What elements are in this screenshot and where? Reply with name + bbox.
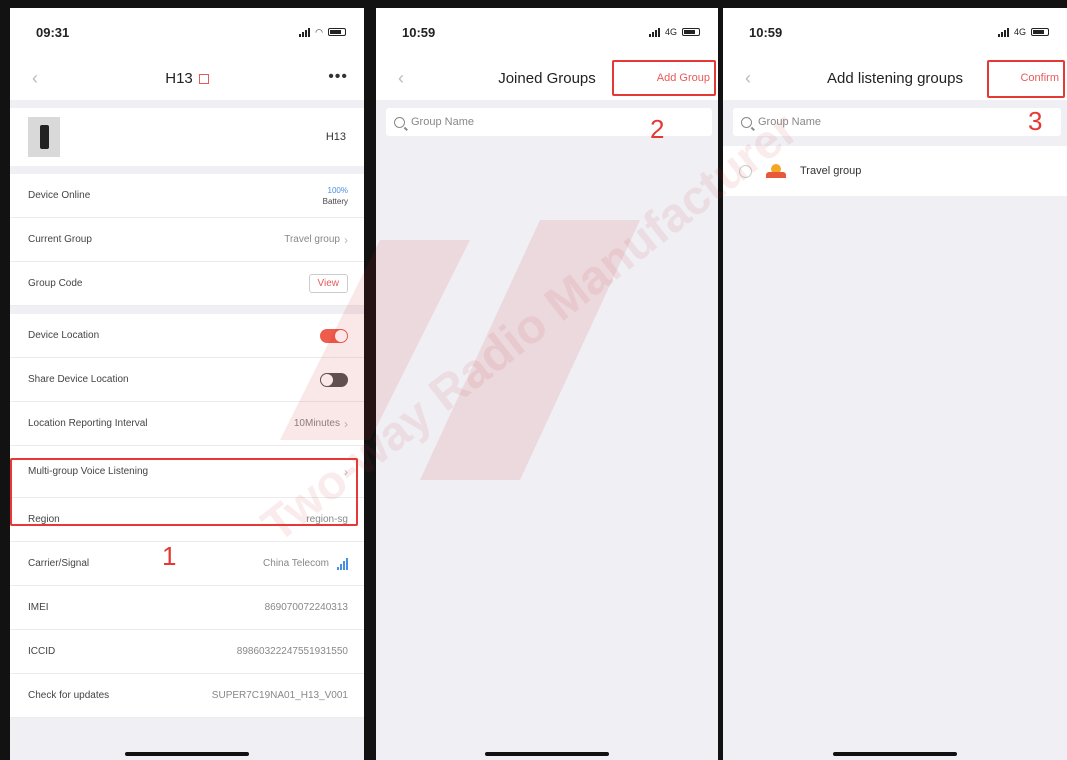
battery-status: 100% Battery <box>323 185 348 207</box>
row-label: Share Device Location <box>28 374 129 385</box>
highlight-confirm <box>987 60 1065 98</box>
system-icons: ◠ <box>299 27 346 38</box>
signal-icon <box>648 27 660 37</box>
radio-button[interactable] <box>739 164 752 178</box>
search-icon <box>394 116 405 128</box>
home-indicator <box>833 752 957 756</box>
step-3-label: 3 <box>1028 106 1043 136</box>
highlight-add-group <box>612 60 716 96</box>
row-label: Location Reporting Interval <box>28 418 148 429</box>
row-label: ICCID <box>28 646 56 657</box>
share-location-toggle[interactable] <box>320 372 348 387</box>
step-2-label: 2 <box>650 114 665 144</box>
battery-label: Battery <box>322 196 348 206</box>
device-card: H13 <box>10 108 364 166</box>
battery-icon <box>1031 28 1049 36</box>
status-bar: 10:59 4G <box>723 8 1067 56</box>
row-device-online: Device Online 100% Battery <box>10 174 364 218</box>
row-current-group[interactable]: Current Group Travel group › <box>10 218 364 262</box>
search-placeholder: Group Name <box>758 116 821 128</box>
home-indicator <box>125 752 249 756</box>
network-type: 4G <box>1013 27 1026 37</box>
group-icon <box>766 164 786 178</box>
device-settings-screen: 09:31 ◠ ‹ H13 ••• H13 Device Online 100%… <box>10 8 364 760</box>
step-1-label: 1 <box>162 541 177 571</box>
wifi-icon: ◠ <box>315 26 323 37</box>
row-label: Check for updates <box>28 690 110 701</box>
status-time: 09:31 <box>36 24 70 40</box>
row-imei: IMEI 869070072240313 <box>10 586 364 630</box>
system-icons: 4G <box>997 27 1049 37</box>
device-image <box>28 117 60 157</box>
more-icon[interactable]: ••• <box>328 68 348 86</box>
page-title: H13 <box>10 70 364 87</box>
title-text: H13 <box>165 69 193 87</box>
network-type: 4G <box>664 27 677 37</box>
add-listening-groups-screen: 10:59 4G ‹ Add listening groups Confirm … <box>723 8 1067 760</box>
row-carrier: Carrier/Signal China Telecom <box>10 542 364 586</box>
home-indicator <box>485 752 609 756</box>
status-bar: 09:31 ◠ <box>10 8 364 56</box>
highlight-multi-group-listening <box>10 458 358 526</box>
group-name: Travel group <box>800 165 862 177</box>
device-name: H13 <box>325 131 346 143</box>
search-placeholder: Group Name <box>411 116 474 128</box>
row-location-interval[interactable]: Location Reporting Interval 10Minutes › <box>10 402 364 446</box>
row-check-updates[interactable]: Check for updates SUPER7C19NA01_H13_V001 <box>10 674 364 718</box>
row-device-location: Device Location <box>10 314 364 358</box>
cell-signal-icon <box>337 557 348 570</box>
status-time: 10:59 <box>402 24 436 40</box>
row-value: 89860322247551931550 <box>236 646 348 657</box>
row-label: IMEI <box>28 602 49 613</box>
row-value: Travel group <box>284 234 340 245</box>
search-icon <box>741 116 752 128</box>
signal-icon <box>997 27 1009 37</box>
row-label: Current Group <box>28 234 92 245</box>
chevron-right-icon: › <box>344 416 348 431</box>
joined-groups-screen: 10:59 4G ‹ Joined Groups Add Group Group… <box>376 8 718 760</box>
nav-bar: ‹ H13 ••• <box>10 56 364 100</box>
device-location-toggle[interactable] <box>320 328 348 343</box>
view-button[interactable]: View <box>308 274 348 293</box>
status-time: 10:59 <box>749 24 783 40</box>
list-item[interactable]: Travel group <box>723 146 1067 196</box>
row-share-location: Share Device Location <box>10 358 364 402</box>
row-label: Carrier/Signal <box>28 558 90 569</box>
row-label: Device Location <box>28 330 100 341</box>
row-iccid: ICCID 89860322247551931550 <box>10 630 364 674</box>
row-value: SUPER7C19NA01_H13_V001 <box>211 690 348 701</box>
row-label: Device Online <box>28 190 91 201</box>
battery-icon <box>328 28 346 36</box>
status-bar: 10:59 4G <box>376 8 718 56</box>
search-input[interactable]: Group Name <box>733 108 1061 136</box>
row-value: China Telecom <box>263 558 329 569</box>
row-group-code: Group Code View <box>10 262 364 306</box>
row-value: 869070072240313 <box>264 602 348 613</box>
edit-icon[interactable] <box>198 73 209 84</box>
row-value: 10Minutes <box>293 418 340 429</box>
row-label: Group Code <box>28 278 83 289</box>
battery-percent: 100% <box>327 185 348 195</box>
system-icons: 4G <box>648 27 700 37</box>
signal-icon <box>299 27 311 37</box>
chevron-right-icon: › <box>344 232 348 247</box>
battery-icon <box>682 28 700 36</box>
